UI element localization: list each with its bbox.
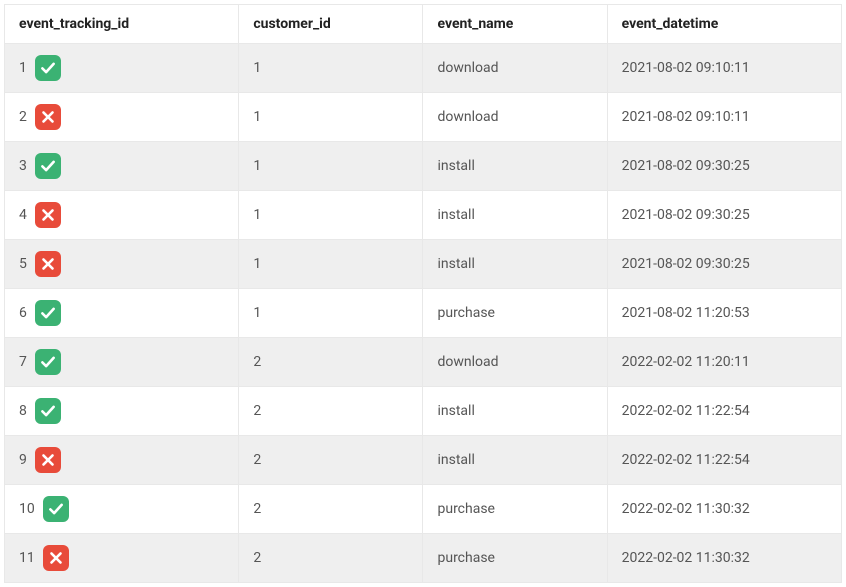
cell-event-tracking-id: 9 xyxy=(5,436,239,485)
cell-event-datetime: 2021-08-02 09:10:11 xyxy=(607,93,841,142)
cross-icon xyxy=(35,104,61,130)
cross-icon xyxy=(35,202,61,228)
cell-event-datetime: 2022-02-02 11:20:11 xyxy=(607,338,841,387)
table-row: 6 1purchase2021-08-02 11:20:53 xyxy=(5,289,842,338)
cell-event-datetime: 2021-08-02 09:10:11 xyxy=(607,44,841,93)
event-tracking-id-value: 2 xyxy=(19,109,27,125)
cell-event-datetime: 2022-02-02 11:30:32 xyxy=(607,534,841,583)
events-table: event_tracking_id customer_id event_name… xyxy=(4,4,842,583)
table-row: 3 1install2021-08-02 09:30:25 xyxy=(5,142,842,191)
cell-event-datetime: 2021-08-02 09:30:25 xyxy=(607,191,841,240)
cell-event-tracking-id: 1 xyxy=(5,44,239,93)
check-icon xyxy=(35,55,61,81)
event-tracking-id-value: 7 xyxy=(19,354,27,370)
table-row: 5 1install2021-08-02 09:30:25 xyxy=(5,240,842,289)
event-tracking-id-value: 3 xyxy=(19,158,27,174)
cross-icon xyxy=(35,447,61,473)
cell-customer-id: 1 xyxy=(239,191,423,240)
table-row: 11 2purchase2022-02-02 11:30:32 xyxy=(5,534,842,583)
cross-icon xyxy=(43,545,69,571)
col-header-event-tracking-id: event_tracking_id xyxy=(5,5,239,44)
cell-customer-id: 2 xyxy=(239,534,423,583)
table-row: 9 2install2022-02-02 11:22:54 xyxy=(5,436,842,485)
cell-event-name: install xyxy=(423,191,607,240)
cell-event-tracking-id: 10 xyxy=(5,485,239,534)
cell-customer-id: 1 xyxy=(239,289,423,338)
event-tracking-id-value: 10 xyxy=(19,501,35,517)
cell-event-tracking-id: 4 xyxy=(5,191,239,240)
cell-event-tracking-id: 6 xyxy=(5,289,239,338)
cell-event-datetime: 2022-02-02 11:22:54 xyxy=(607,436,841,485)
cell-event-name: download xyxy=(423,338,607,387)
cell-event-tracking-id: 8 xyxy=(5,387,239,436)
cell-event-name: purchase xyxy=(423,289,607,338)
table-header: event_tracking_id customer_id event_name… xyxy=(5,5,842,44)
check-icon xyxy=(35,398,61,424)
cell-customer-id: 2 xyxy=(239,485,423,534)
cell-customer-id: 2 xyxy=(239,338,423,387)
cell-event-tracking-id: 5 xyxy=(5,240,239,289)
cell-customer-id: 1 xyxy=(239,44,423,93)
cell-event-name: download xyxy=(423,93,607,142)
cell-customer-id: 1 xyxy=(239,93,423,142)
table-row: 8 2install2022-02-02 11:22:54 xyxy=(5,387,842,436)
cell-event-name: install xyxy=(423,387,607,436)
event-tracking-id-value: 1 xyxy=(19,60,27,76)
cell-event-tracking-id: 2 xyxy=(5,93,239,142)
event-tracking-id-value: 6 xyxy=(19,305,27,321)
table-row: 10 2purchase2022-02-02 11:30:32 xyxy=(5,485,842,534)
col-header-customer-id: customer_id xyxy=(239,5,423,44)
cell-event-tracking-id: 11 xyxy=(5,534,239,583)
cell-event-tracking-id: 3 xyxy=(5,142,239,191)
table-row: 7 2download2022-02-02 11:20:11 xyxy=(5,338,842,387)
cell-event-datetime: 2022-02-02 11:22:54 xyxy=(607,387,841,436)
cell-event-datetime: 2022-02-02 11:30:32 xyxy=(607,485,841,534)
check-icon xyxy=(43,496,69,522)
table-row: 2 1download2021-08-02 09:10:11 xyxy=(5,93,842,142)
cell-event-name: install xyxy=(423,436,607,485)
table-row: 11download2021-08-02 09:10:11 xyxy=(5,44,842,93)
cell-event-name: install xyxy=(423,142,607,191)
cell-customer-id: 1 xyxy=(239,240,423,289)
cross-icon xyxy=(35,251,61,277)
check-icon xyxy=(35,300,61,326)
event-tracking-id-value: 9 xyxy=(19,452,27,468)
cell-event-datetime: 2021-08-02 11:20:53 xyxy=(607,289,841,338)
event-tracking-id-value: 4 xyxy=(19,207,27,223)
cell-event-datetime: 2021-08-02 09:30:25 xyxy=(607,142,841,191)
cell-event-tracking-id: 7 xyxy=(5,338,239,387)
cell-event-name: download xyxy=(423,44,607,93)
cell-customer-id: 2 xyxy=(239,436,423,485)
cell-customer-id: 2 xyxy=(239,387,423,436)
col-header-event-name: event_name xyxy=(423,5,607,44)
event-tracking-id-value: 5 xyxy=(19,256,27,272)
table-row: 4 1install2021-08-02 09:30:25 xyxy=(5,191,842,240)
cell-event-name: purchase xyxy=(423,485,607,534)
check-icon xyxy=(35,349,61,375)
cell-event-name: purchase xyxy=(423,534,607,583)
event-tracking-id-value: 8 xyxy=(19,403,27,419)
cell-event-name: install xyxy=(423,240,607,289)
table-body: 11download2021-08-02 09:10:1121download2… xyxy=(5,44,842,583)
cell-customer-id: 1 xyxy=(239,142,423,191)
check-icon xyxy=(35,153,61,179)
cell-event-datetime: 2021-08-02 09:30:25 xyxy=(607,240,841,289)
col-header-event-datetime: event_datetime xyxy=(607,5,841,44)
event-tracking-id-value: 11 xyxy=(19,550,35,566)
